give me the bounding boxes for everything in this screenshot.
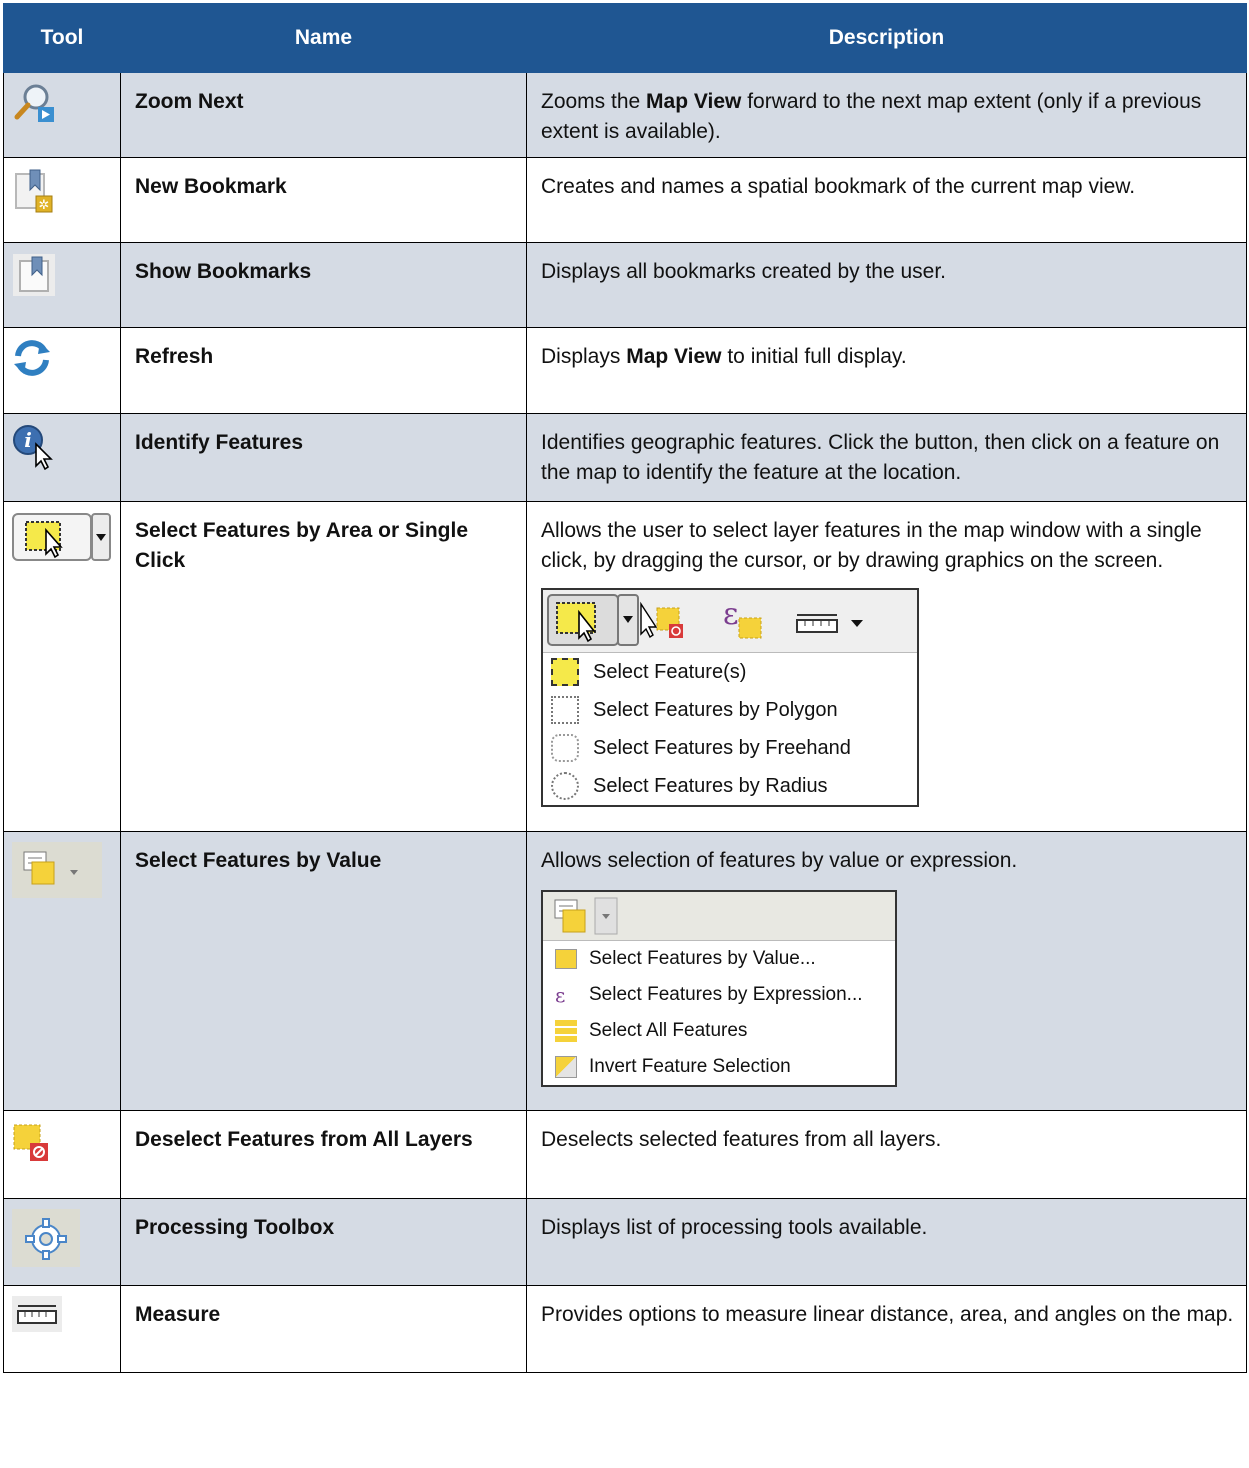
row-name: Show Bookmarks [120, 242, 527, 328]
menu-item[interactable]: ε Select Features by Expression... [543, 977, 895, 1013]
row-name: Deselect Features from All Layers [120, 1110, 527, 1199]
tool-cell [3, 831, 121, 1111]
row-description: Identifies geographic features. Click th… [526, 413, 1247, 502]
row-name: Refresh [120, 327, 527, 414]
menu-item[interactable]: Select Features by Value... [543, 941, 895, 977]
measure-icon [12, 1296, 62, 1332]
table-row: Processing Toolbox Displays list of proc… [3, 1198, 1247, 1286]
select-by-value-icon [555, 949, 577, 969]
select-feature-icon [551, 658, 579, 686]
select-by-value-icon [12, 842, 102, 898]
zoom-next-icon [14, 84, 54, 122]
select-by-expression-icon: ε [555, 983, 566, 1007]
tool-cell [3, 72, 121, 158]
invert-selection-icon [555, 1056, 577, 1078]
new-bookmark-icon: ✲ [15, 169, 53, 213]
svg-text:ε: ε [723, 598, 739, 632]
header-tool: Tool [3, 3, 121, 73]
menu-item-label: Select Features by Freehand [593, 737, 851, 759]
select-by-value-toolbar [543, 892, 895, 941]
menu-item[interactable]: Select Feature(s) [543, 653, 917, 691]
select-features-icon [12, 513, 111, 561]
tool-cell [3, 1110, 121, 1199]
row-description: Deselects selected features from all lay… [526, 1110, 1247, 1199]
menu-item-label: Select Features by Radius [593, 775, 828, 797]
menu-item[interactable]: Select Features by Freehand [543, 729, 917, 767]
menu-item-label: Select Features by Expression... [589, 984, 863, 1005]
table-row: Deselect Features from All Layers Desele… [3, 1110, 1247, 1199]
refresh-icon [14, 340, 50, 376]
svg-text:i: i [24, 428, 32, 452]
radius-select-icon [551, 772, 579, 800]
table-row: Measure Provides options to measure line… [3, 1285, 1247, 1373]
row-description: Displays all bookmarks created by the us… [526, 242, 1247, 328]
row-name: New Bookmark [120, 157, 527, 243]
row-description-text: Allows selection of features by value or… [541, 849, 1018, 872]
row-description: Allows selection of features by value or… [526, 831, 1247, 1111]
menu-item-label: Select Features by Value... [589, 948, 816, 969]
row-name: Measure [120, 1285, 527, 1373]
table-row: Select Features by Value Allows selectio… [3, 831, 1247, 1111]
tools-table: Tool Name Description Zoom Next Zooms th… [3, 3, 1247, 1373]
tool-cell [3, 1285, 121, 1373]
select-toolbar: ε [543, 590, 917, 653]
svg-text:✲: ✲ [39, 198, 50, 213]
select-by-expression-icon[interactable]: ε [719, 598, 765, 642]
row-description: Creates and names a spatial bookmark of … [526, 157, 1247, 243]
tool-cell: ✲ [3, 157, 121, 243]
select-by-value-toolbar-menu: Select Features by Value... ε Select Fea… [541, 890, 897, 1087]
row-description-text: Allows the user to select layer features… [541, 519, 1202, 572]
measure-icon[interactable] [793, 610, 873, 638]
show-bookmarks-icon [13, 254, 55, 296]
select-features-menu: Select Feature(s) Select Features by Pol… [543, 653, 917, 805]
select-by-value-menu: Select Features by Value... ε Select Fea… [543, 941, 895, 1085]
tool-cell [3, 242, 121, 328]
table-row: Show Bookmarks Displays all bookmarks cr… [3, 242, 1247, 328]
menu-item[interactable]: Invert Feature Selection [543, 1049, 895, 1085]
menu-item-label: Invert Feature Selection [589, 1056, 791, 1077]
row-name: Select Features by Value [120, 831, 527, 1111]
row-description: Displays Map View to initial full displa… [526, 327, 1247, 414]
processing-toolbox-icon [12, 1209, 80, 1267]
header-row: Tool Name Description [3, 3, 1247, 73]
identify-features-icon: i [13, 425, 53, 470]
row-description: Provides options to measure linear dista… [526, 1285, 1247, 1373]
row-name: Zoom Next [120, 72, 527, 158]
menu-item[interactable]: Select All Features [543, 1013, 895, 1049]
row-description: Allows the user to select layer features… [526, 501, 1247, 832]
polygon-select-icon [551, 696, 579, 724]
menu-item[interactable]: Select Features by Polygon [543, 691, 917, 729]
row-name: Identify Features [120, 413, 527, 502]
row-description: Displays list of processing tools availa… [526, 1198, 1247, 1286]
select-toolbar-menu: ε Select Feature(s) Select Features by P… [541, 588, 919, 807]
menu-item-label: Select Features by Polygon [593, 699, 838, 721]
menu-item[interactable]: Select Features by Radius [543, 767, 917, 805]
row-name: Select Features by Area or Single Click [120, 501, 527, 832]
select-all-icon [555, 1020, 577, 1042]
menu-item-label: Select All Features [589, 1020, 748, 1041]
table-row: Zoom Next Zooms the Map View forward to … [3, 72, 1247, 158]
select-by-value-icon[interactable] [549, 896, 625, 936]
header-name: Name [120, 3, 527, 73]
tool-cell [3, 327, 121, 414]
deselect-features-icon [13, 1124, 48, 1161]
menu-item-label: Select Feature(s) [593, 661, 747, 683]
table-row: Refresh Displays Map View to initial ful… [3, 327, 1247, 414]
tool-cell: i [3, 413, 121, 502]
deselect-features-icon[interactable] [639, 600, 685, 644]
row-name: Processing Toolbox [120, 1198, 527, 1286]
freehand-select-icon [551, 734, 579, 762]
table-row: i Identify Features Identifies geographi… [3, 413, 1247, 502]
table-row: Select Features by Area or Single Click … [3, 501, 1247, 832]
tool-cell [3, 501, 121, 832]
header-description: Description [526, 3, 1247, 73]
select-features-icon[interactable] [547, 594, 641, 648]
row-description: Zooms the Map View forward to the next m… [526, 72, 1247, 158]
table-row: ✲ New Bookmark Creates and names a spati… [3, 157, 1247, 243]
tool-cell [3, 1198, 121, 1286]
